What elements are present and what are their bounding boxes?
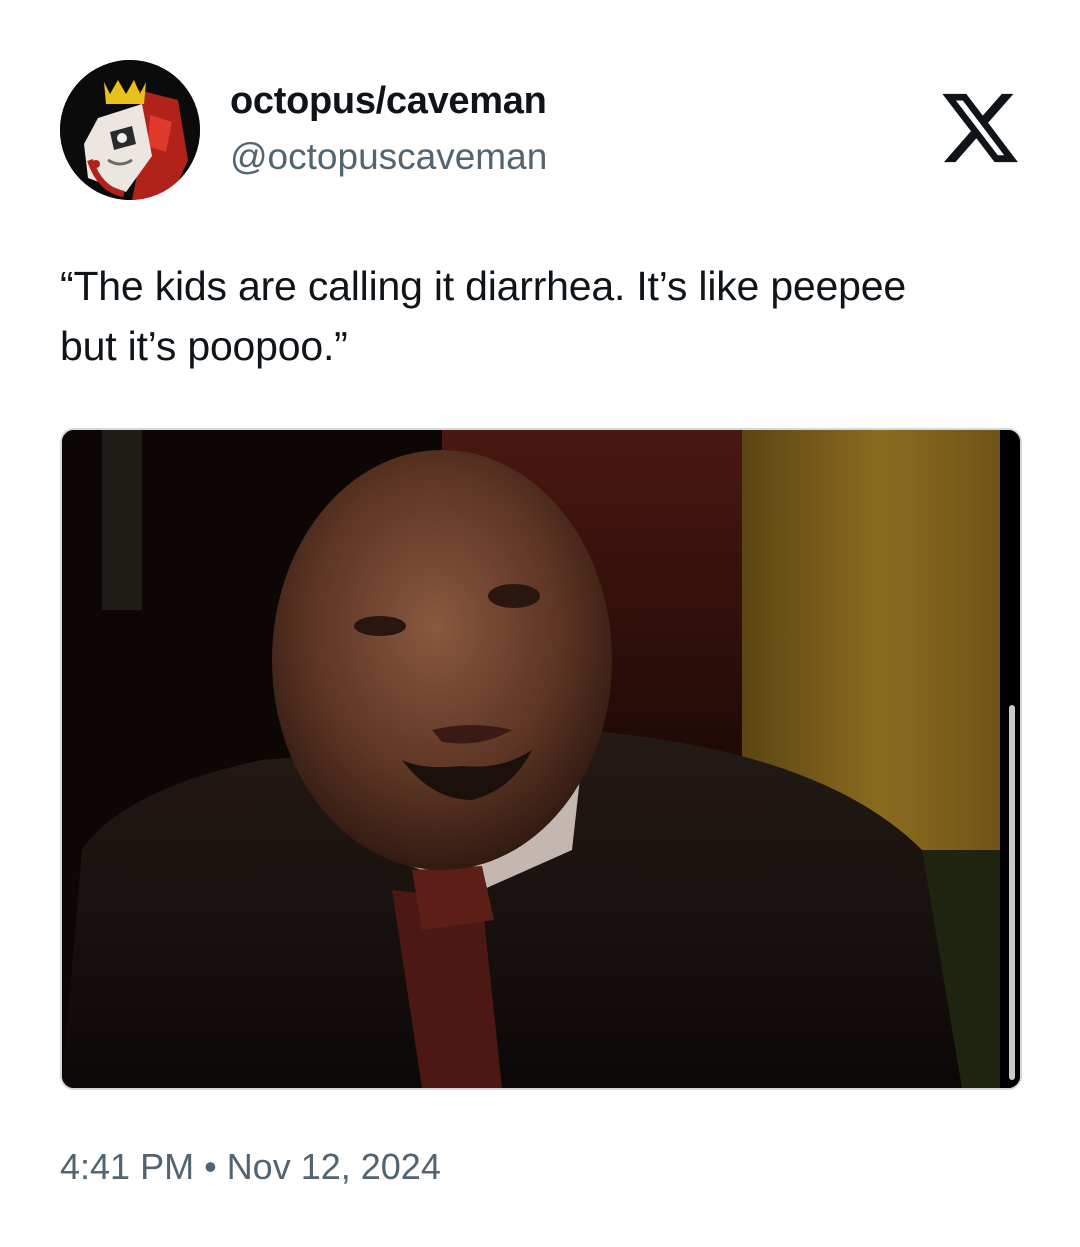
author-display-name[interactable]: octopus/caveman bbox=[230, 80, 547, 123]
author-handle[interactable]: @octopuscaveman bbox=[230, 136, 547, 178]
tweet-media[interactable] bbox=[60, 428, 1022, 1090]
tweet-timestamp[interactable]: 4:41 PM • Nov 12, 2024 bbox=[60, 1146, 441, 1188]
author-avatar[interactable] bbox=[60, 60, 200, 200]
tweet-text: “The kids are calling it diarrhea. It’s … bbox=[60, 263, 906, 369]
avatar-artwork bbox=[60, 60, 200, 200]
x-logo-icon[interactable] bbox=[938, 86, 1022, 170]
tweet-time: 4:41 PM bbox=[60, 1146, 195, 1187]
tweet-date: Nov 12, 2024 bbox=[226, 1146, 441, 1187]
media-scroll-track bbox=[1000, 430, 1020, 1088]
media-scrollbar-thumb[interactable] bbox=[1009, 705, 1015, 1080]
video-still-image bbox=[62, 430, 1020, 1088]
separator-dot: • bbox=[204, 1146, 217, 1187]
